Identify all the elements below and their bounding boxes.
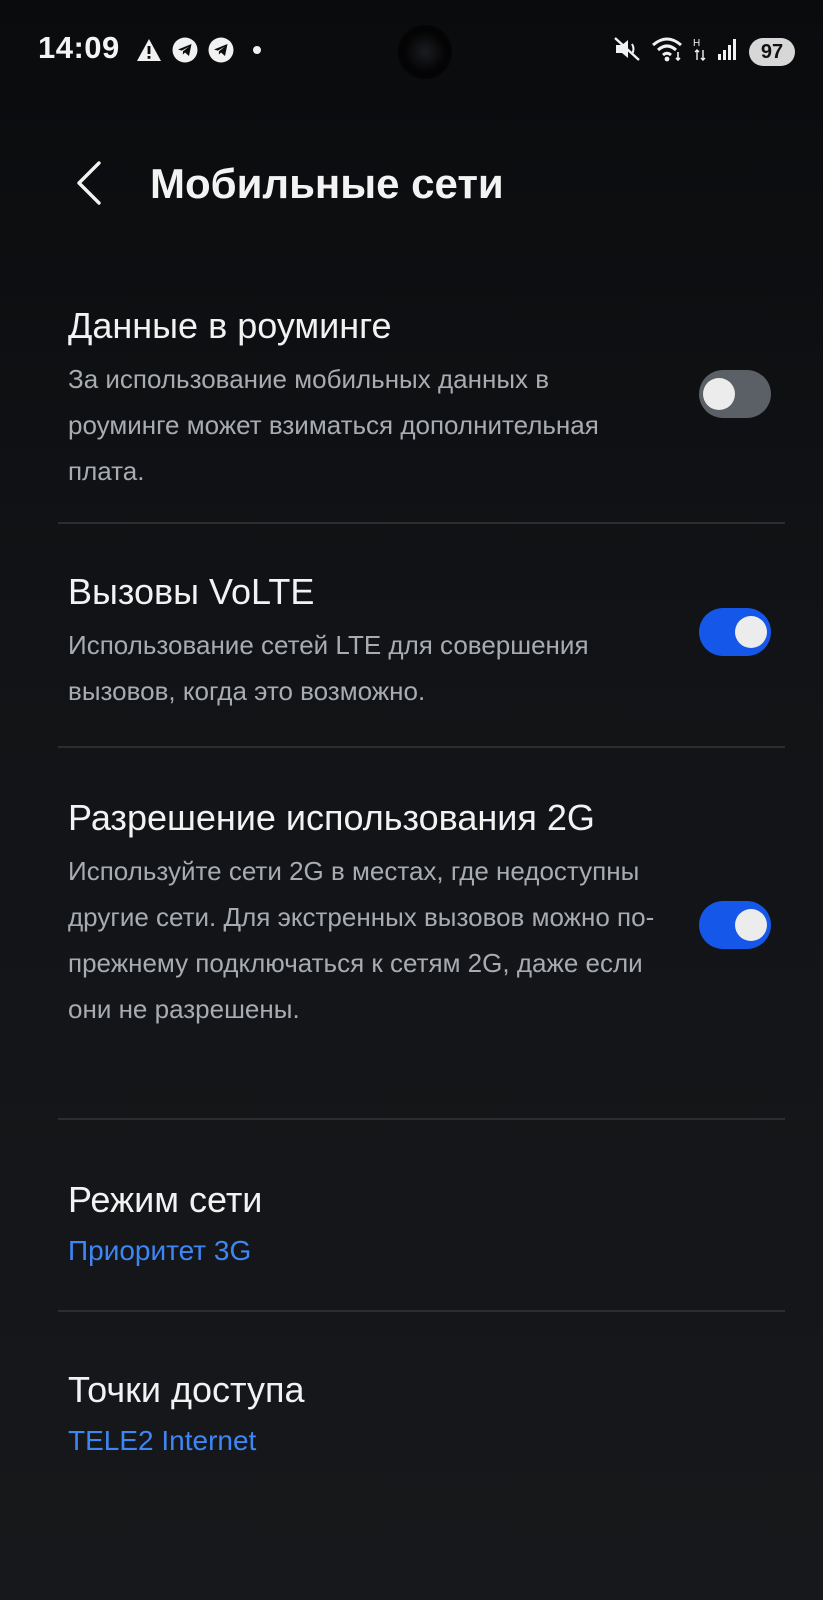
volte-toggle[interactable] [699, 608, 771, 656]
telegram-icon [172, 37, 198, 63]
notification-icons [136, 37, 262, 63]
dot-icon [252, 45, 262, 55]
divider [58, 1310, 785, 1312]
setting-access-points[interactable]: Точки доступа TELE2 Internet [68, 1368, 773, 1460]
setting-allow-2g-title: Разрешение использования 2G [68, 797, 595, 838]
mute-vibrate-icon [613, 36, 641, 67]
wifi-icon [651, 36, 683, 67]
setting-volte-title: Вызовы VoLTE [68, 571, 315, 612]
setting-network-mode-title: Режим сети [68, 1179, 263, 1220]
setting-network-mode[interactable]: Режим сети Приоритет 3G [68, 1178, 773, 1270]
setting-roaming-description: За использование мобильных данных в роум… [68, 364, 599, 486]
svg-text:H: H [693, 38, 700, 49]
status-time: 14:09 [38, 30, 120, 65]
chevron-left-icon [77, 161, 101, 205]
allow-2g-toggle[interactable] [699, 901, 771, 949]
system-status-icons: H 97 [613, 36, 795, 67]
roaming-toggle[interactable] [699, 370, 771, 418]
page-title: Мобильные сети [150, 160, 504, 207]
setting-access-points-title: Точки доступа [68, 1369, 305, 1410]
page-header: Мобильные сети [0, 150, 823, 220]
warning-icon [136, 38, 162, 62]
toggle-knob [735, 909, 767, 941]
setting-roaming[interactable]: Данные в роуминге За использование мобил… [68, 304, 773, 494]
front-camera [400, 27, 450, 77]
setting-network-mode-value: Приоритет 3G [68, 1235, 252, 1266]
setting-allow-2g-description: Используйте сети 2G в местах, где недост… [68, 856, 655, 1024]
telegram-icon [208, 37, 234, 63]
setting-volte[interactable]: Вызовы VoLTE Использование сетей LTE для… [68, 570, 773, 714]
mobile-data-icon: H [693, 36, 707, 67]
signal-icon [717, 37, 739, 66]
status-bar: 14:09 H 97 [0, 0, 823, 100]
divider [58, 1118, 785, 1120]
battery-level: 97 [749, 37, 795, 66]
setting-volte-description: Использование сетей LTE для совершения в… [68, 630, 589, 706]
toggle-knob [735, 616, 767, 648]
setting-access-points-value: TELE2 Internet [68, 1425, 257, 1456]
screen: 14:09 H 97 Мобильные сети Данные в роуми… [0, 0, 823, 1600]
divider [58, 522, 785, 524]
toggle-knob [703, 378, 735, 410]
setting-roaming-title: Данные в роуминге [68, 305, 392, 346]
setting-allow-2g[interactable]: Разрешение использования 2G Используйте … [68, 796, 773, 1032]
back-button[interactable] [64, 158, 114, 208]
divider [58, 746, 785, 748]
